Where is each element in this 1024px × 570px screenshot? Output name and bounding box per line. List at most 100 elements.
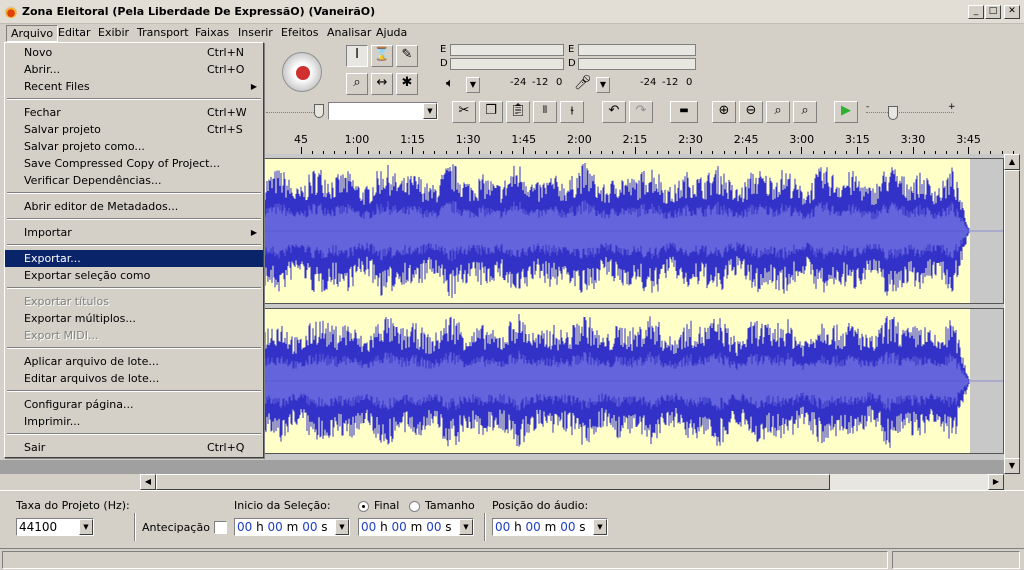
paste-icon[interactable]: 📋︎: [506, 101, 530, 123]
menu-separator: [7, 192, 261, 194]
menu-ajuda[interactable]: Ajuda: [372, 25, 411, 42]
divider: [484, 513, 486, 541]
input-source-select[interactable]: ▼: [328, 102, 438, 120]
volume-slider-thumb[interactable]: [314, 104, 324, 118]
zoom-in-icon[interactable]: ⊕: [712, 101, 736, 123]
scroll-right-icon[interactable]: ▶: [988, 474, 1004, 490]
menu-transport[interactable]: Transport: [133, 25, 193, 42]
menu-item-label: Exportar seleção como: [24, 269, 151, 282]
menu-item-salvar-projeto[interactable]: Salvar projeto Ctrl+S: [5, 121, 263, 138]
menu-item-save-compressed-copy-of-project[interactable]: Save Compressed Copy of Project...: [5, 155, 263, 172]
copy-icon[interactable]: ❐: [479, 101, 503, 123]
horizontal-scrollbar[interactable]: ◀ ▶: [140, 474, 1004, 490]
speed-slider-track[interactable]: [866, 112, 954, 114]
menu-analisar[interactable]: Analisar: [323, 25, 375, 42]
project-rate-dropdown-icon[interactable]: ▼: [79, 519, 93, 535]
minimize-button[interactable]: _: [968, 5, 984, 19]
end-minutes: 00: [391, 520, 407, 534]
envelope-tool-icon[interactable]: ⌛: [371, 45, 393, 67]
pos-m-unit: m: [544, 520, 557, 534]
menu-arquivo[interactable]: Arquivo: [6, 25, 59, 42]
end-format-dropdown-icon[interactable]: ▼: [459, 519, 473, 535]
horizontal-scroll-thumb[interactable]: [156, 474, 830, 490]
timeshift-tool-icon[interactable]: ↔: [371, 73, 393, 95]
pos-hours: 00: [495, 520, 511, 534]
menu-faixas[interactable]: Faixas: [191, 25, 233, 42]
menu-item-configurar-pagina[interactable]: Configurar página...: [5, 396, 263, 413]
menu-item-verificar-dependencias[interactable]: Verificar Dependências...: [5, 172, 263, 189]
redo-icon[interactable]: ↷: [629, 101, 653, 123]
speaker-icon[interactable]: 🔈︎: [446, 76, 454, 91]
timeline-ruler[interactable]: 45 1:00 1:15 1:30 1:45 2:00 2:15 2:30 2:45 3:00 3:…: [264, 128, 1024, 154]
menu-item-exportar[interactable]: Exportar...: [5, 250, 263, 267]
menu-item-salvar-projeto-como[interactable]: Salvar projeto como...: [5, 138, 263, 155]
scroll-down-icon[interactable]: ▼: [1004, 458, 1020, 474]
project-rate-select[interactable]: 44100 ▼: [16, 518, 94, 536]
tamanho-radio[interactable]: [409, 501, 420, 512]
draw-tool-icon[interactable]: ✎: [396, 45, 418, 67]
menu-efeitos[interactable]: Efeitos: [277, 25, 322, 42]
menu-item-editar-arquivos-de-lote[interactable]: Editar arquivos de lote...: [5, 370, 263, 387]
antecipacao-checkbox[interactable]: [214, 521, 227, 534]
sync-lock-icon[interactable]: ▬: [670, 101, 698, 123]
silence-icon[interactable]: ⫳: [560, 101, 584, 123]
menu-item-novo[interactable]: Novo Ctrl+N: [5, 44, 263, 61]
audio-position-time[interactable]: 00 h 00 m 00 s ▼: [492, 518, 608, 536]
timeline-tick-label: 45: [294, 133, 308, 146]
menu-inserir[interactable]: Inserir: [234, 25, 277, 42]
vertical-scroll-thumb[interactable]: [1004, 170, 1020, 460]
scroll-left-icon[interactable]: ◀: [140, 474, 156, 490]
track-area[interactable]: [264, 154, 1004, 460]
microphone-icon[interactable]: 🎤︎: [574, 75, 592, 91]
undo-icon[interactable]: ↶: [602, 101, 626, 123]
selection-start-label: Inicio da Seleção:: [234, 499, 331, 512]
menu-item-fechar[interactable]: Fechar Ctrl+W: [5, 104, 263, 121]
zoom-tool-icon[interactable]: ⌕: [346, 73, 368, 95]
vertical-scrollbar[interactable]: ▲ ▼: [1004, 154, 1020, 474]
menu-item-shortcut: Ctrl+W: [207, 106, 247, 119]
menu-item-sair[interactable]: Sair Ctrl+Q: [5, 439, 263, 456]
record-button[interactable]: [282, 52, 322, 92]
menu-item-imprimir[interactable]: Imprimir...: [5, 413, 263, 430]
cut-icon[interactable]: ✂: [452, 101, 476, 123]
menu-item-importar[interactable]: Importar ▶: [5, 224, 263, 241]
selection-end-time[interactable]: 00 h 00 m 00 s ▼: [358, 518, 474, 536]
scroll-up-icon[interactable]: ▲: [1004, 154, 1020, 170]
timeline-tick-label: 1:00: [344, 133, 370, 146]
play-at-speed-icon[interactable]: ▶: [834, 101, 858, 123]
menu-item-exportar-selecao-como[interactable]: Exportar seleção como: [5, 267, 263, 284]
submenu-arrow-icon: ▶: [250, 228, 257, 237]
trim-icon[interactable]: ⫴: [533, 101, 557, 123]
output-meter-dropdown[interactable]: ▼: [466, 77, 480, 93]
input-source-dropdown-icon[interactable]: ▼: [423, 103, 437, 119]
menu-item-recent-files[interactable]: Recent Files ▶: [5, 78, 263, 95]
fit-selection-icon[interactable]: ⌕: [766, 101, 790, 123]
end-hours: 00: [361, 520, 377, 534]
menu-item-aplicar-arquivo-de-lote[interactable]: Aplicar arquivo de lote...: [5, 353, 263, 370]
input-meter-right: [578, 58, 696, 70]
select-tool-icon[interactable]: I: [346, 45, 368, 67]
pos-format-dropdown-icon[interactable]: ▼: [593, 519, 607, 535]
menu-item-label: Configurar página...: [24, 398, 134, 411]
timeline-tick-label: 1:45: [511, 133, 537, 146]
in-scale-12: -12: [662, 77, 679, 88]
menu-exibir[interactable]: Exibir: [94, 25, 133, 42]
audio-track-right[interactable]: [264, 308, 1004, 454]
menu-item-exportar-multiplos[interactable]: Exportar múltiplos...: [5, 310, 263, 327]
menu-item-label: Fechar: [24, 106, 61, 119]
multi-tool-icon[interactable]: ✱: [396, 73, 418, 95]
final-radio[interactable]: [358, 501, 369, 512]
menu-editar[interactable]: Editar: [54, 25, 95, 42]
start-format-dropdown-icon[interactable]: ▼: [335, 519, 349, 535]
menu-item-exportar-titulos: Exportar títulos: [5, 293, 263, 310]
menu-item-abrir-editor-de-metadados[interactable]: Abrir editor de Metadados...: [5, 198, 263, 215]
speed-slider-thumb[interactable]: [888, 106, 898, 120]
zoom-out-icon[interactable]: ⊖: [739, 101, 763, 123]
close-button[interactable]: ✕: [1004, 5, 1020, 19]
menu-item-abrir[interactable]: Abrir... Ctrl+O: [5, 61, 263, 78]
input-meter-dropdown[interactable]: ▼: [596, 77, 610, 93]
selection-start-time[interactable]: 00 h 00 m 00 s ▼: [234, 518, 350, 536]
fit-project-icon[interactable]: ⌕: [793, 101, 817, 123]
maximize-button[interactable]: □: [985, 5, 1001, 19]
audio-track-left[interactable]: [264, 158, 1004, 304]
